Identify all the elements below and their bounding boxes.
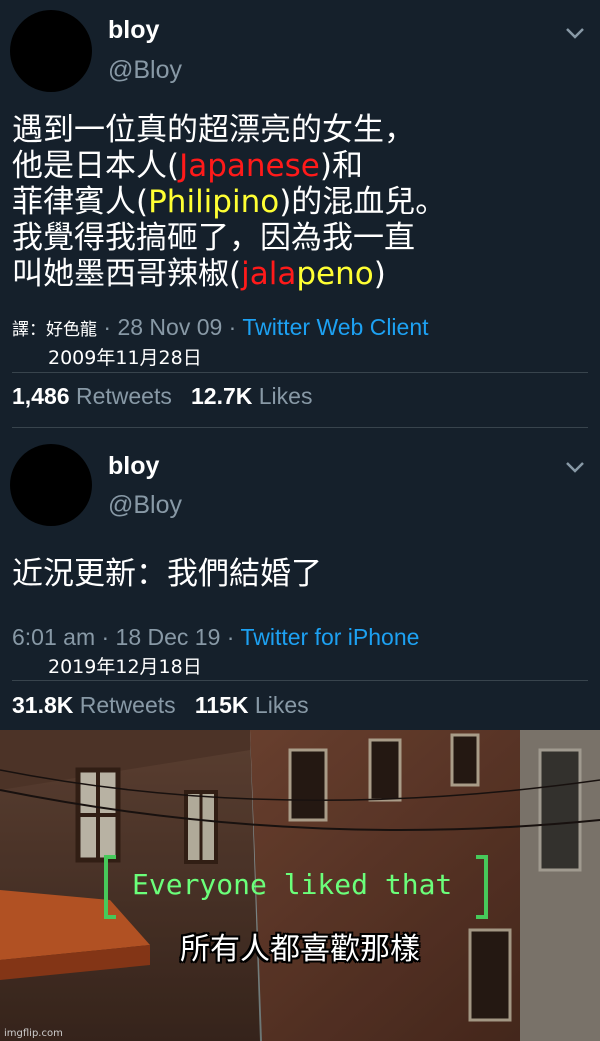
like-count[interactable]: 115K: [195, 692, 249, 718]
likes-label[interactable]: Likes: [255, 692, 309, 718]
game-notification: Everyone liked that: [132, 868, 453, 901]
tweet-text-line: 我覺得我搞砸了，因為我一直: [12, 220, 415, 256]
tweet-date[interactable]: · 28 Nov 09 ·: [103, 314, 236, 340]
tweet-text-line: 他是日本人(Japanese)和: [12, 148, 363, 184]
chevron-down-icon[interactable]: [562, 458, 588, 476]
retweet-count[interactable]: 31.8K: [12, 692, 73, 718]
tweet-text: 近況更新：我們結婚了: [12, 556, 322, 592]
retweets-label[interactable]: Retweets: [80, 692, 176, 718]
divider: [12, 372, 588, 373]
avatar[interactable]: [10, 10, 92, 92]
tweet-meta: 譯：好色龍 · 28 Nov 09 · Twitter Web Client: [12, 314, 429, 341]
display-name[interactable]: bloy: [108, 16, 159, 45]
tweet-text-line: 菲律賓人(Philipino)的混血兒。: [12, 184, 447, 220]
translator-credit: 譯：好色龍: [12, 320, 97, 340]
chevron-down-icon[interactable]: [562, 24, 588, 42]
client-link[interactable]: Twitter Web Client: [242, 314, 428, 340]
hud-bracket-left: [104, 855, 116, 919]
retweet-count[interactable]: 1,486: [12, 383, 70, 409]
subtitle-caption: 所有人都喜歡那樣: [180, 932, 420, 967]
tweet-text-line: 遇到一位真的超漂亮的女生，: [12, 112, 415, 148]
tweet-stats: 31.8K Retweets 115K Likes: [12, 692, 309, 719]
display-name[interactable]: bloy: [108, 452, 159, 481]
tweet-time[interactable]: 6:01 am · 18 Dec 19 ·: [12, 624, 234, 650]
tweet-stats: 1,486 Retweets 12.7K Likes: [12, 383, 312, 410]
retweets-label[interactable]: Retweets: [76, 383, 172, 409]
date-caption: 2009年11月28日: [48, 347, 202, 369]
avatar[interactable]: [10, 444, 92, 526]
tweet-text: 遇到一位真的超漂亮的女生， 他是日本人(Japanese)和 菲律賓人(Phil…: [12, 112, 446, 292]
divider: [12, 680, 588, 681]
tweet-1: bloy @Bloy 遇到一位真的超漂亮的女生， 他是日本人(Japanese)…: [0, 0, 600, 428]
watermark: imgflip.com: [4, 1028, 63, 1039]
like-count[interactable]: 12.7K: [191, 383, 252, 409]
date-caption: 2019年12月18日: [48, 656, 202, 678]
hud-bracket-right: [476, 855, 488, 919]
client-link[interactable]: Twitter for iPhone: [240, 624, 419, 650]
handle[interactable]: @Bloy: [108, 491, 182, 520]
tweet-2: bloy @Bloy 近況更新：我們結婚了 6:01 am · 18 Dec 1…: [0, 428, 600, 730]
handle[interactable]: @Bloy: [108, 56, 182, 85]
tweet-text-line: 叫她墨西哥辣椒(jalapeno): [12, 256, 386, 292]
tweet-meta: 6:01 am · 18 Dec 19 · Twitter for iPhone: [12, 624, 419, 651]
likes-label[interactable]: Likes: [259, 383, 313, 409]
